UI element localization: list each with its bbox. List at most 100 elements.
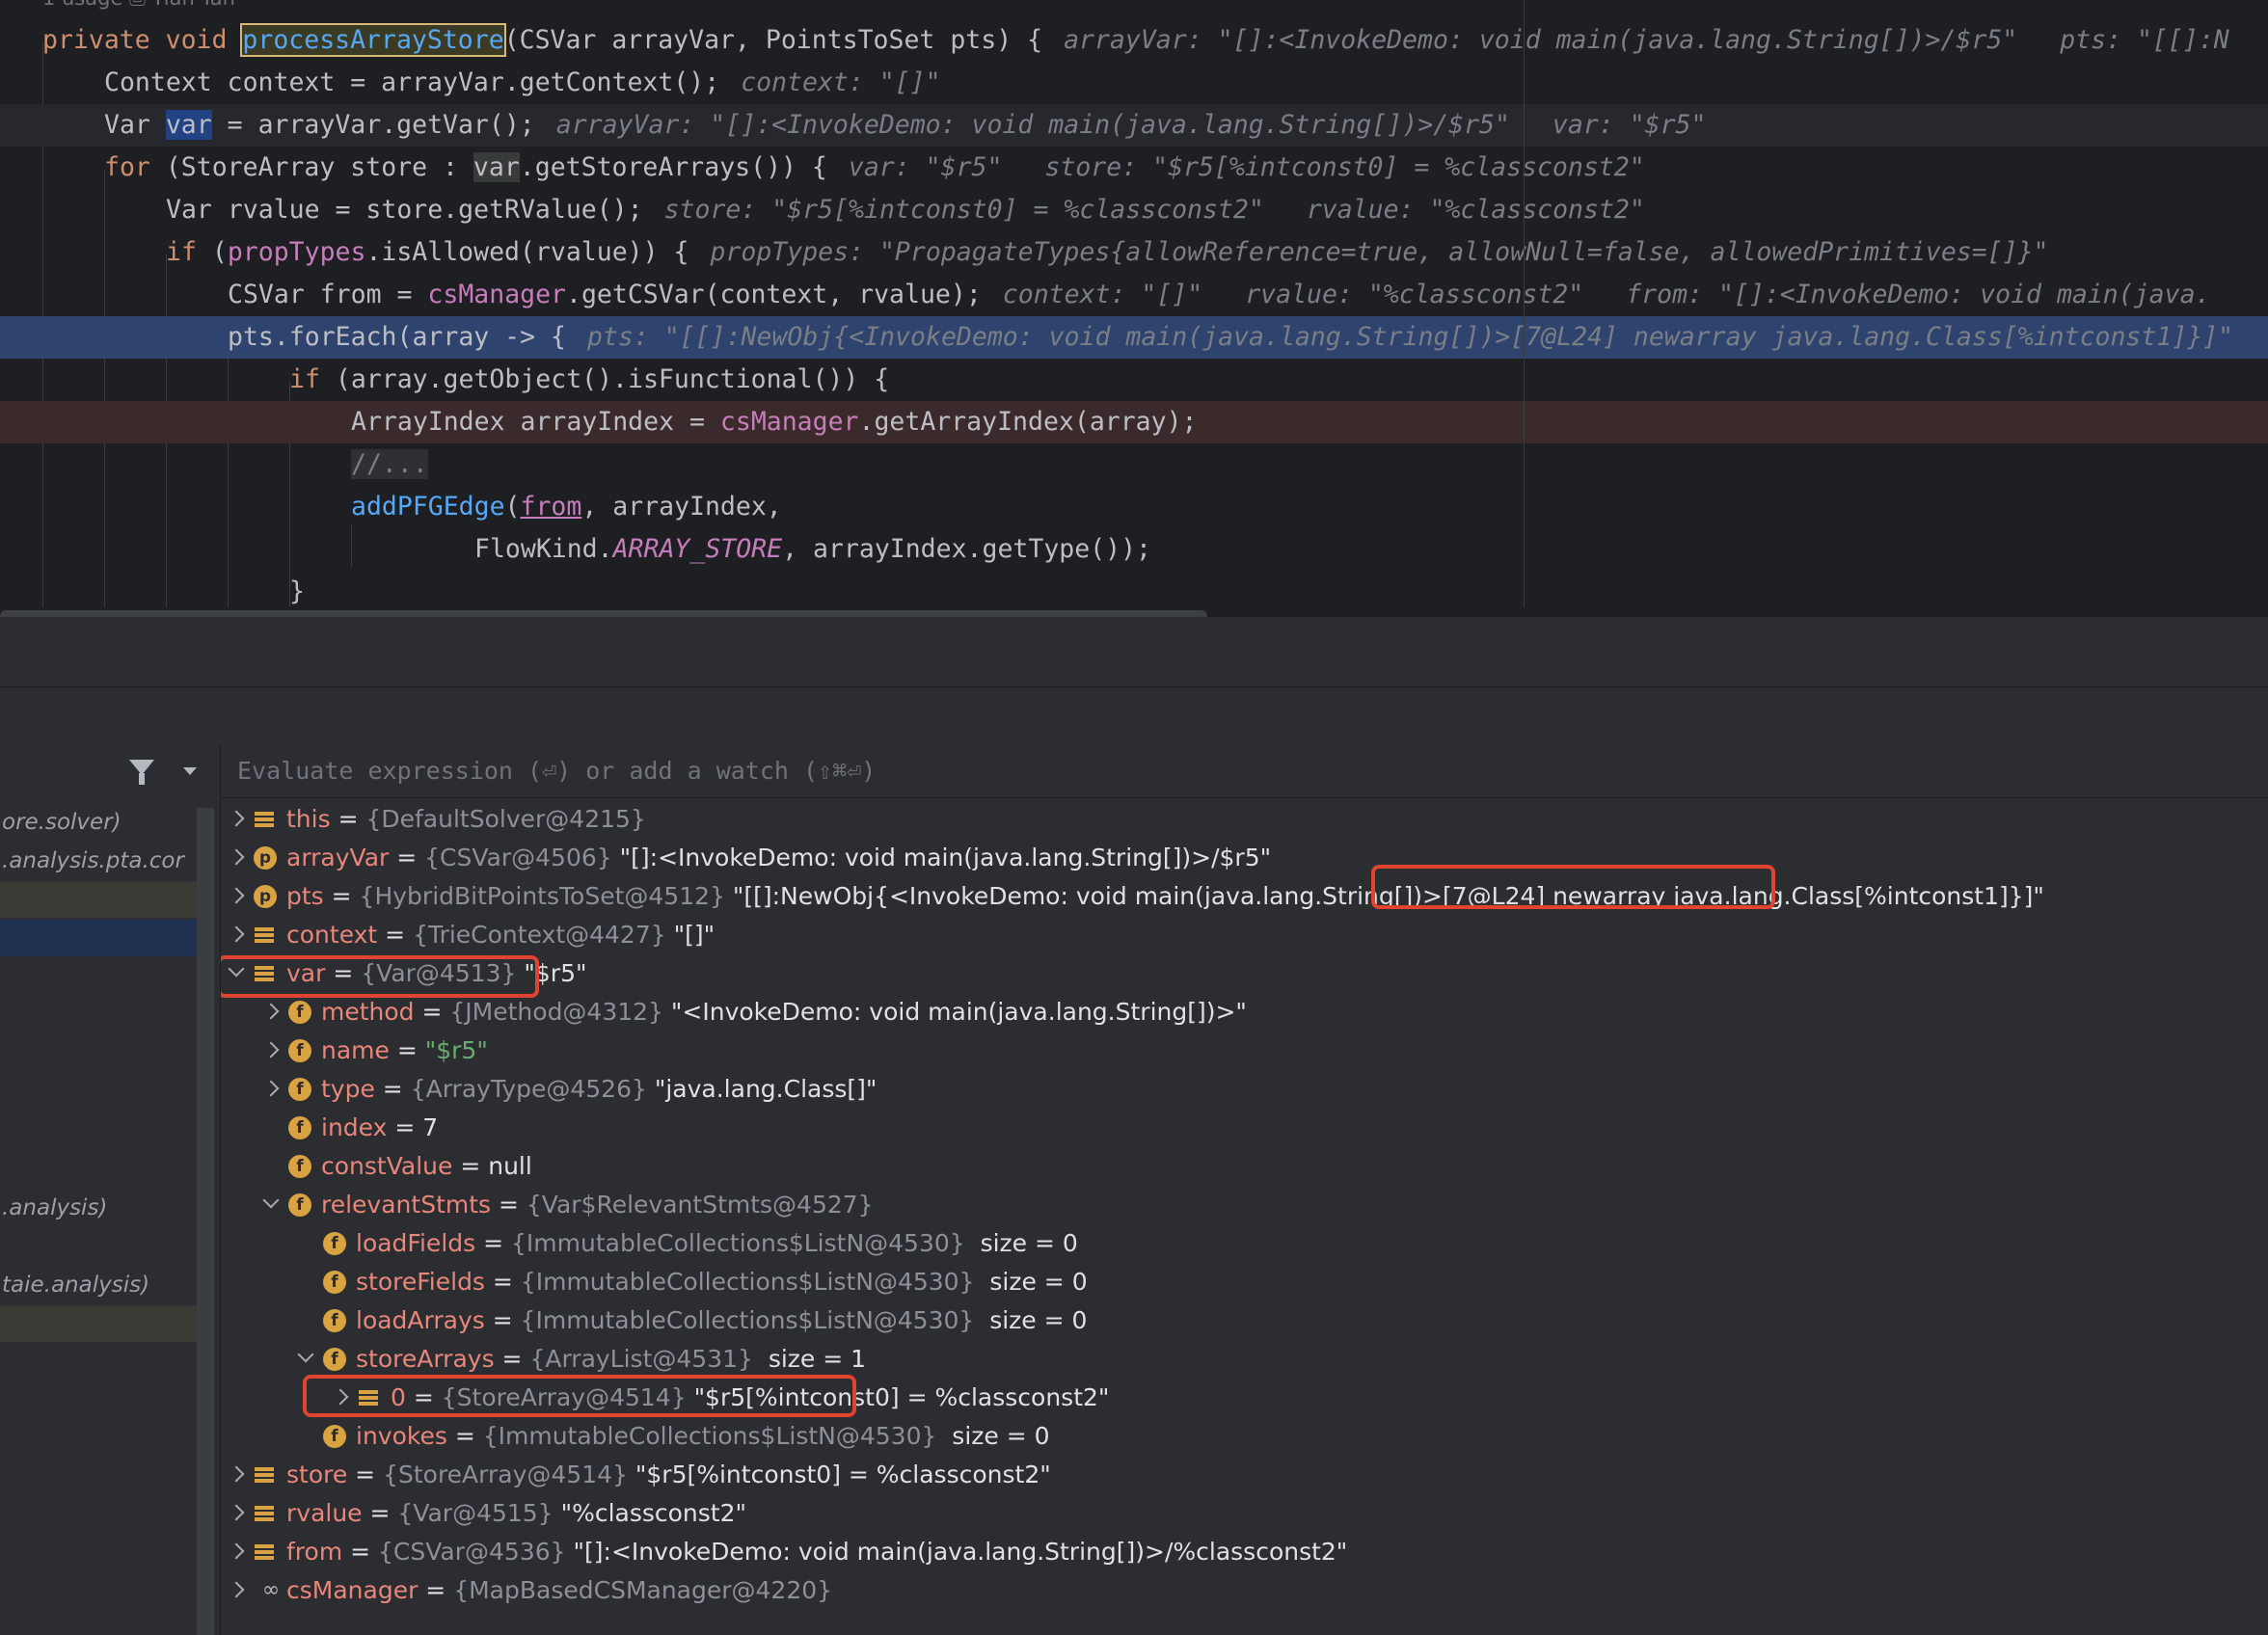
variable-row-from[interactable]: from = {CSVar@4536} "[]:<InvokeDemo: voi…	[221, 1533, 2246, 1571]
variable-name: this	[286, 805, 331, 833]
stack-frame[interactable]: .analysis)	[0, 1190, 197, 1226]
chevron-right-icon[interactable]	[228, 887, 245, 904]
field-icon: f	[288, 1039, 311, 1062]
keyword: for	[104, 152, 150, 182]
evaluate-expression-input[interactable]: Evaluate expression (⏎) or add a watch (…	[221, 744, 2268, 798]
code-line-7[interactable]: CSVar from = csManager.getCSVar(context,…	[0, 274, 2268, 316]
variable-name: csManager	[286, 1576, 418, 1604]
stack-frame[interactable]: ore.solver)	[0, 804, 197, 841]
inline-debug-value: rvalue: "%classconst2"	[1306, 195, 1645, 225]
chevron-right-icon[interactable]	[228, 1504, 245, 1521]
code-editor[interactable]: 1 usage ⎙ Tian Tan private void processA…	[0, 0, 2268, 617]
chevron-right-icon[interactable]	[228, 848, 245, 866]
variable-row-name[interactable]: f name = "$r5"	[221, 1032, 2246, 1070]
field-icon: f	[288, 1078, 311, 1101]
code-line-12[interactable]: addPFGEdge(from, arrayIndex,	[0, 486, 2268, 528]
variable-type: {ImmutableCollections$ListN@4530}	[520, 1268, 975, 1296]
variable-type: {ArrayList@4531}	[529, 1345, 753, 1373]
code-line-4[interactable]: for (StoreArray store : var.getStoreArra…	[0, 147, 2268, 189]
chevron-right-icon[interactable]	[228, 1465, 245, 1483]
stack-frame[interactable]: taie.analysis)	[0, 1267, 197, 1303]
stack-frame[interactable]	[0, 1074, 197, 1111]
variable-row-storeArrays[interactable]: f storeArrays = {ArrayList@4531} size = 1	[221, 1340, 2246, 1379]
code-line-1[interactable]: private void processArrayStore(CSVar arr…	[0, 19, 2268, 62]
variable-value: size = 0	[972, 1229, 1078, 1257]
field-ref: csManager	[719, 407, 859, 437]
chevron-right-icon[interactable]	[262, 1080, 280, 1097]
stack-frame[interactable]	[0, 1305, 197, 1342]
code-text: (StoreArray store :	[149, 152, 473, 182]
variable-type: {JMethod@4312}	[449, 998, 663, 1026]
code-text: .getCSVar(context, rvalue);	[566, 280, 982, 309]
field-ref: propTypes	[227, 237, 366, 267]
variable-row-arrayVar[interactable]: p arrayVar = {CSVar@4506} "[]:<InvokeDemo…	[221, 839, 2246, 877]
inline-debug-value: pts: "[[]:NewObj{<InvokeDemo: void main(…	[587, 322, 2234, 352]
variable-row-invokes[interactable]: f invokes = {ImmutableCollections$ListN@4…	[221, 1417, 2246, 1456]
variable-name: constValue	[321, 1152, 453, 1180]
variable-row-loadArrays[interactable]: f loadArrays = {ImmutableCollections$List…	[221, 1301, 2246, 1340]
variable-row-rvalue[interactable]: rvalue = {Var@4515} "%classconst2"	[221, 1494, 2246, 1533]
horizontal-scrollbar-thumb[interactable]	[0, 610, 1207, 617]
chevron-right-icon[interactable]	[228, 810, 245, 827]
local-variable-icon	[254, 1502, 277, 1525]
chevron-down-icon[interactable]	[297, 1346, 314, 1363]
chevron-down-icon[interactable]	[183, 767, 197, 775]
chevron-down-icon[interactable]	[262, 1192, 280, 1209]
variable-row-relevantStmts[interactable]: f relevantStmts = {Var$RelevantStmts@4527…	[221, 1186, 2246, 1224]
code-line-3[interactable]: Var var = arrayVar.getVar(); arrayVar: "[…	[0, 104, 2268, 147]
variable-row-type[interactable]: f type = {ArrayType@4526} "java.lang.Clas…	[221, 1070, 2246, 1109]
variable-row-loadFields[interactable]: f loadFields = {ImmutableCollections$List…	[221, 1224, 2246, 1263]
variable-value: "[]:<InvokeDemo: void main(java.lang.Str…	[573, 1538, 1348, 1566]
inline-debug-value: context: "[]"	[741, 67, 941, 97]
code-line-8-execution-point[interactable]: pts.forEach(array -> {pts: "[[]:NewObj{<…	[0, 316, 2268, 359]
chevron-right-icon[interactable]	[228, 1581, 245, 1598]
stack-frame[interactable]	[0, 997, 197, 1033]
frames-scrollbar[interactable]	[197, 808, 214, 1635]
variable-name: arrayVar	[286, 844, 390, 871]
chevron-right-icon[interactable]	[262, 1041, 280, 1059]
code-line-2[interactable]: Context context = arrayVar.getContext();…	[0, 62, 2268, 104]
equals-sign: =	[347, 1461, 384, 1488]
variable-row-method[interactable]: f method = {JMethod@4312} "<InvokeDemo: v…	[221, 993, 2246, 1032]
captured-variable: from	[520, 492, 582, 522]
variable-row-pts[interactable]: p pts = {HybridBitPointsToSet@4512} "[[]:…	[221, 877, 2246, 916]
code-text: (	[196, 237, 228, 267]
chevron-right-icon[interactable]	[228, 925, 245, 943]
stack-frame[interactable]: .analysis.pta.cor	[0, 843, 197, 879]
code-line-11[interactable]: //...	[0, 443, 2268, 486]
chevron-right-icon[interactable]	[228, 1542, 245, 1560]
code-text: .isAllowed(rvalue)) {	[365, 237, 689, 267]
stack-frame[interactable]	[0, 1035, 197, 1072]
stack-frame[interactable]	[0, 881, 197, 918]
variable-row-this[interactable]: this = {DefaultSolver@4215}	[221, 800, 2246, 839]
stack-frame[interactable]	[0, 1151, 197, 1188]
chevron-right-icon[interactable]	[262, 1003, 280, 1020]
stack-frame[interactable]	[0, 920, 197, 956]
variable-row-constValue[interactable]: f constValue = null	[221, 1147, 2246, 1186]
variable-row-storeFields[interactable]: f storeFields = {ImmutableCollections$Lis…	[221, 1263, 2246, 1301]
variable-row-index[interactable]: f index = 7	[221, 1109, 2246, 1147]
filter-icon[interactable]	[129, 760, 154, 785]
stack-frame[interactable]	[0, 1228, 197, 1265]
variable-value: "[]"	[673, 921, 716, 949]
usages-hint: 1 usage ⎙ Tian Tan	[42, 0, 235, 11]
code-line-10-breakpoint[interactable]: ArrayIndex arrayIndex = csManager.getArr…	[0, 401, 2268, 443]
variable-row-context[interactable]: context = {TrieContext@4427} "[]"	[221, 916, 2246, 954]
field-icon: f	[323, 1232, 346, 1255]
method-name-highlight[interactable]: processArrayStore	[240, 23, 506, 57]
code-line-6[interactable]: if (propTypes.isAllowed(rvalue)) {propTy…	[0, 231, 2268, 274]
variable-row-csManager[interactable]: ∞ csManager = {MapBasedCSManager@4220}	[221, 1571, 2246, 1610]
inline-debug-value: var: "$r5"	[848, 152, 1003, 182]
comment: //...	[351, 449, 428, 479]
inline-debug-value: context: "[]"	[1002, 280, 1203, 309]
code-line-5[interactable]: Var rvalue = store.getRValue(); store: "$…	[0, 189, 2268, 231]
code-text: Var rvalue = store.getRValue();	[166, 195, 643, 225]
code-text: Var	[104, 110, 166, 140]
variable-name: from	[286, 1538, 343, 1566]
code-line-9[interactable]: if (array.getObject().isFunctional()) {	[0, 359, 2268, 401]
stack-frame[interactable]	[0, 958, 197, 995]
stack-frame[interactable]	[0, 1112, 197, 1149]
variable-name: store	[286, 1461, 348, 1488]
code-line-13[interactable]: FlowKind.ARRAY_STORE, arrayIndex.getType…	[0, 528, 2268, 571]
variable-row-store[interactable]: store = {StoreArray@4514} "$r5[%intconst…	[221, 1456, 2246, 1494]
